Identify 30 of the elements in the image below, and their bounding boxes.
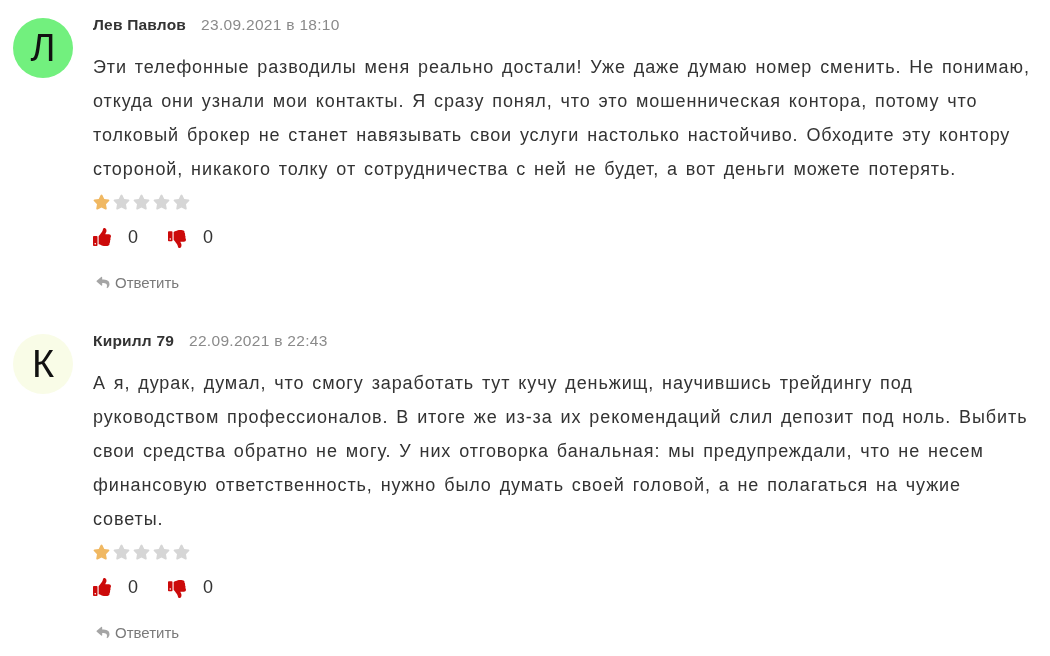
comment-text: А я, дурак, думал, что смогу заработать тут кучу деньжищ, научившись трейдингу под руководством профессионалов. В итоге же из-за их рекомендаций слил депозит под ноль. Выбить свои средства обратно не могу. У них отговорка банальная: мы предупреждали, что не несем финансовую ответственность, нужно было думать своей головой, а не полагаться на чужие советы. xyxy=(93,372,1029,531)
reply-link[interactable]: Ответить xyxy=(96,624,180,641)
star-icon xyxy=(153,194,170,210)
like-count: 0 xyxy=(128,226,138,248)
thumbs-up-icon[interactable] xyxy=(93,228,111,246)
thumbs-up-icon[interactable] xyxy=(93,578,111,596)
thumbs-down-icon[interactable] xyxy=(168,579,186,598)
dislike-count: 0 xyxy=(203,226,213,248)
reply-link[interactable]: Ответить xyxy=(96,274,180,291)
star-icon xyxy=(133,194,150,210)
reply-arrow-icon xyxy=(96,276,110,289)
comment-text: Эти телефонные разводилы меня реально достали! Уже даже думаю номер сменить. Не понимаю, откуда они узнали мои контакты. Я сразу понял, что это мошенническая контора, потому что толковый брокер не станет навязывать свои услуги настолько настойчиво. Обходите эту контору стороной, никакого толку от сотрудничества с ней не будет, а вот деньги можете потерять. xyxy=(93,56,1031,181)
star-icon xyxy=(133,544,150,560)
star-icon xyxy=(173,544,190,560)
star-icon xyxy=(113,544,130,560)
star-icon xyxy=(153,544,170,560)
star-icon xyxy=(93,194,110,210)
star-icon xyxy=(93,544,110,560)
star-icon xyxy=(173,194,190,210)
avatar: К xyxy=(13,334,73,394)
like-count: 0 xyxy=(128,576,138,598)
comment-date: 23.09.2021 в 18:10 xyxy=(201,16,340,34)
dislike-count: 0 xyxy=(203,576,213,598)
avatar: Л xyxy=(13,18,73,78)
star-icon xyxy=(113,194,130,210)
reply-arrow-icon xyxy=(96,626,110,639)
author-name: Кирилл 79 xyxy=(93,332,175,350)
thumbs-down-icon[interactable] xyxy=(168,229,186,248)
author-name: Лев Павлов xyxy=(93,16,187,34)
comment-date: 22.09.2021 в 22:43 xyxy=(189,332,328,350)
